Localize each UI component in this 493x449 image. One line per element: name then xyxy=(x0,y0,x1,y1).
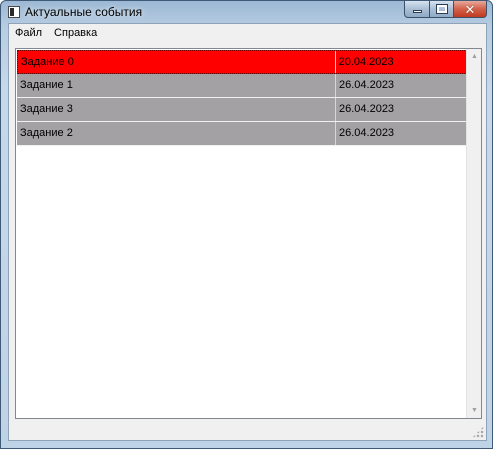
scroll-up-arrow-icon[interactable]: ▲ xyxy=(467,49,482,64)
menu-file[interactable]: Файл xyxy=(9,24,48,43)
scroll-down-arrow-icon[interactable]: ▼ xyxy=(467,403,482,418)
status-bar xyxy=(9,420,486,440)
table-row[interactable]: Задание 0 20.04.2023 xyxy=(17,50,467,74)
table-row[interactable]: Задание 1 26.04.2023 xyxy=(17,74,467,98)
title-bar[interactable]: Актуальные события ✕ xyxy=(1,1,492,23)
menu-help[interactable]: Справка xyxy=(48,24,103,43)
task-name: Задание 2 xyxy=(17,122,336,145)
task-date: 26.04.2023 xyxy=(339,103,395,115)
client-area: Файл Справка Задание 0 20.04.2023 Задани… xyxy=(8,23,487,441)
tasks-rows: Задание 0 20.04.2023 Задание 1 26.04.202… xyxy=(17,50,467,146)
task-name: Задание 3 xyxy=(17,98,336,121)
menu-bar: Файл Справка xyxy=(9,24,486,43)
maximize-button[interactable] xyxy=(429,1,454,18)
table-row[interactable]: Задание 3 26.04.2023 xyxy=(17,98,467,122)
task-name: Задание 0 xyxy=(18,51,336,73)
window-title: Актуальные события xyxy=(25,5,143,19)
resize-grip-icon[interactable] xyxy=(472,426,484,438)
task-date: 20.04.2023 xyxy=(338,56,394,68)
app-icon[interactable] xyxy=(8,6,20,18)
close-icon: ✕ xyxy=(464,1,476,17)
tasks-list[interactable]: Задание 0 20.04.2023 Задание 1 26.04.202… xyxy=(15,48,482,419)
maximize-icon xyxy=(435,4,448,14)
close-button[interactable]: ✕ xyxy=(453,1,487,18)
task-name: Задание 1 xyxy=(17,74,336,97)
task-date: 26.04.2023 xyxy=(339,79,395,91)
table-row[interactable]: Задание 2 26.04.2023 xyxy=(17,122,467,146)
vertical-scrollbar[interactable]: ▲ ▼ xyxy=(466,49,481,418)
task-date: 26.04.2023 xyxy=(339,127,395,139)
minimize-button[interactable] xyxy=(404,1,430,18)
minimize-icon xyxy=(412,10,422,13)
main-window: Актуальные события ✕ Файл Справка Задани… xyxy=(0,0,493,449)
